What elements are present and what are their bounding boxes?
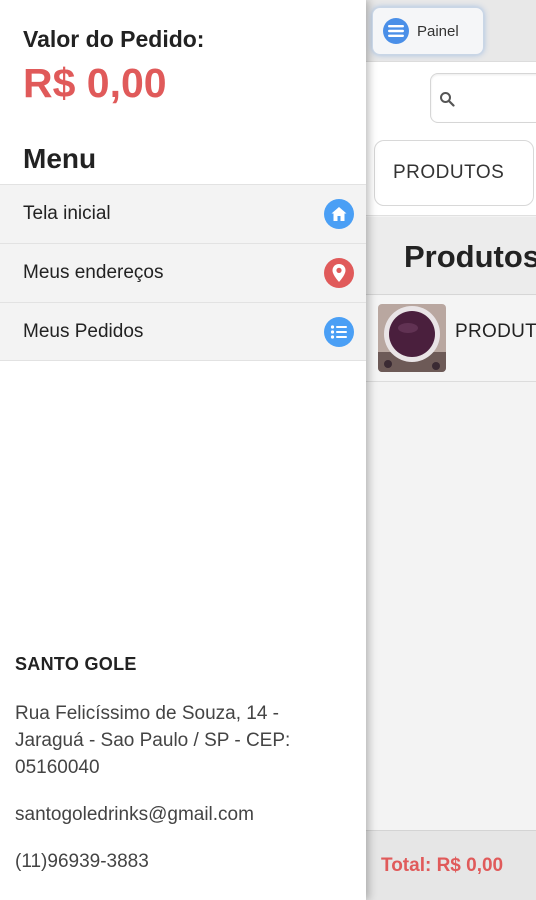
product-name: PRODUTO: [455, 321, 536, 342]
order-footer: Total: R$ 0,00: [366, 830, 536, 900]
search-row: [366, 62, 536, 134]
painel-button[interactable]: Painel: [372, 7, 484, 55]
side-panel: Valor do Pedido: R$ 0,00 Menu Tela inici…: [0, 0, 366, 900]
category-tabs: PRODUTOS: [366, 134, 536, 216]
store-phone[interactable]: (11)96939-3883: [15, 848, 355, 875]
store-address-line1: Rua Felicíssimo de Souza, 14 -: [15, 703, 280, 724]
store-address-line3: 05160040: [15, 757, 100, 778]
painel-label: Painel: [417, 22, 459, 40]
tab-produtos[interactable]: PRODUTOS: [374, 140, 534, 206]
menu-item-label: Meus endereços: [23, 262, 164, 283]
store-info: SANTO GOLE Rua Felicíssimo de Souza, 14 …: [15, 654, 355, 875]
product-item[interactable]: PRODUTO: [366, 296, 536, 382]
menu-title: Menu: [23, 143, 97, 174]
store-name: SANTO GOLE: [15, 654, 137, 674]
section-title: Produtos: [366, 217, 536, 295]
main-page: PRODUTOS Produtos PRODUTO Total: R$ 0,00: [366, 0, 536, 900]
menu-list: Tela inicial Meus endereços Meus Pedidos: [0, 184, 366, 361]
menu-icon: [383, 18, 409, 44]
search-input[interactable]: [430, 73, 536, 123]
footer-total: Total: R$ 0,00: [381, 855, 504, 876]
menu-item-orders[interactable]: Meus Pedidos: [0, 302, 366, 361]
map-pin-icon: [324, 258, 354, 288]
menu-item-label: Tela inicial: [23, 203, 111, 224]
home-icon: [324, 199, 354, 229]
product-image: [378, 304, 446, 372]
menu-item-home[interactable]: Tela inicial: [0, 184, 366, 243]
menu-item-label: Meus Pedidos: [23, 321, 144, 342]
store-email[interactable]: santogoledrinks@gmail.com: [15, 801, 355, 828]
menu-item-addresses[interactable]: Meus endereços: [0, 243, 366, 302]
order-value-label: Valor do Pedido:: [23, 26, 205, 52]
search-icon: [440, 92, 455, 107]
list-icon: [324, 317, 354, 347]
order-value: R$ 0,00: [23, 60, 167, 106]
store-address-line2: Jaraguá - Sao Paulo / SP - CEP:: [15, 730, 291, 751]
